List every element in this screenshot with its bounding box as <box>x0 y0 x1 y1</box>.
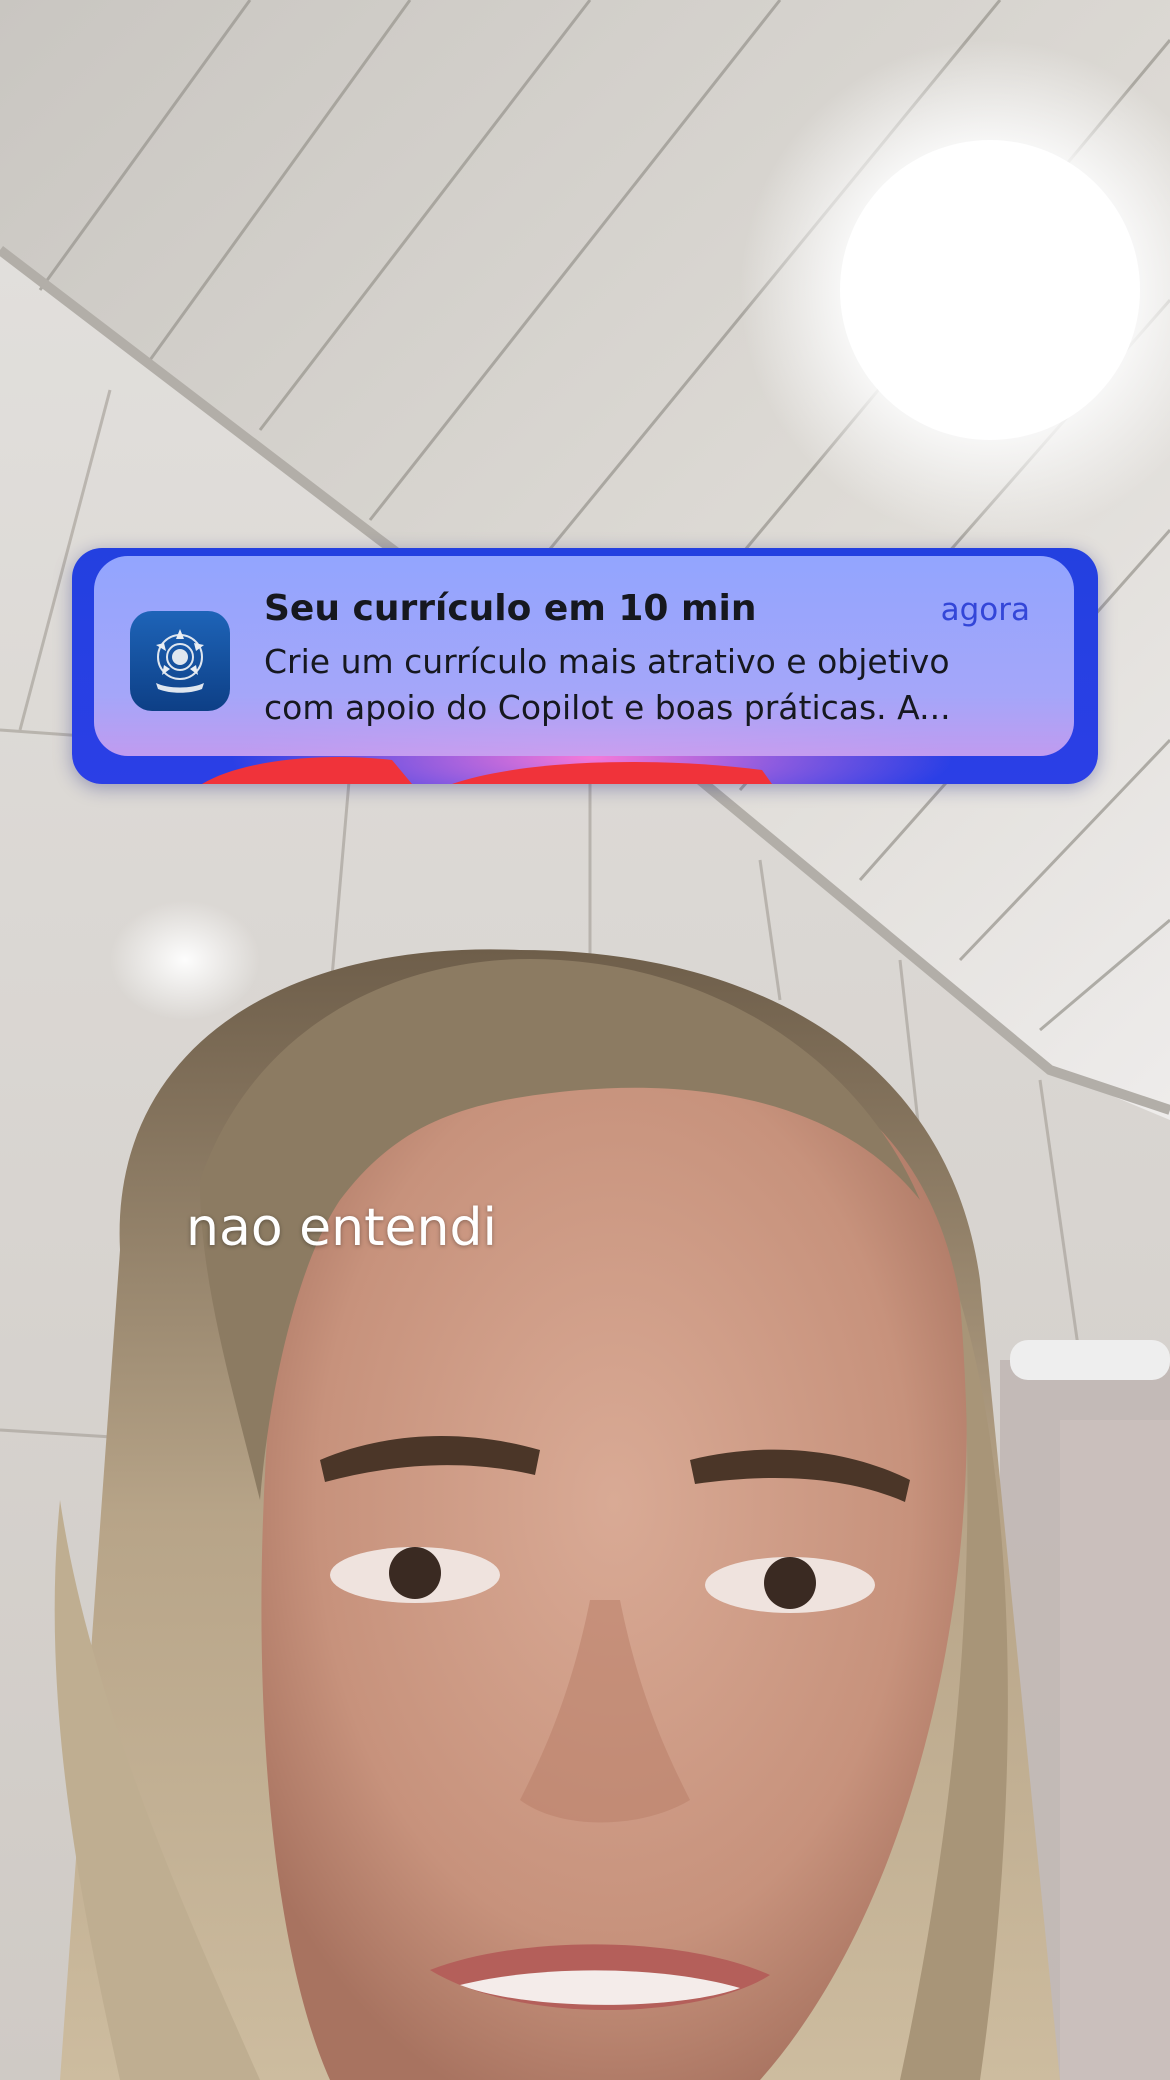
notification-body-line-2: com apoio do Copilot e boas práticas. A.… <box>264 688 951 727</box>
video-caption: nao entendi <box>186 1198 497 1258</box>
notification-body: Crie um currículo mais atrativo e objeti… <box>264 639 1044 731</box>
notification-card[interactable]: Seu currículo em 10 min agora Crie um cu… <box>94 556 1074 756</box>
coat-of-arms-icon <box>130 611 230 711</box>
notification-body-line-1: Crie um currículo mais atrativo e objeti… <box>264 642 950 681</box>
notification-title: Seu currículo em 10 min <box>264 588 757 629</box>
video-screen: Seu currículo em 10 min agora Crie um cu… <box>0 0 1170 2080</box>
notification-banner[interactable]: Seu currículo em 10 min agora Crie um cu… <box>72 548 1098 784</box>
background-photo <box>0 0 1170 2080</box>
notification-time: agora <box>940 592 1030 628</box>
